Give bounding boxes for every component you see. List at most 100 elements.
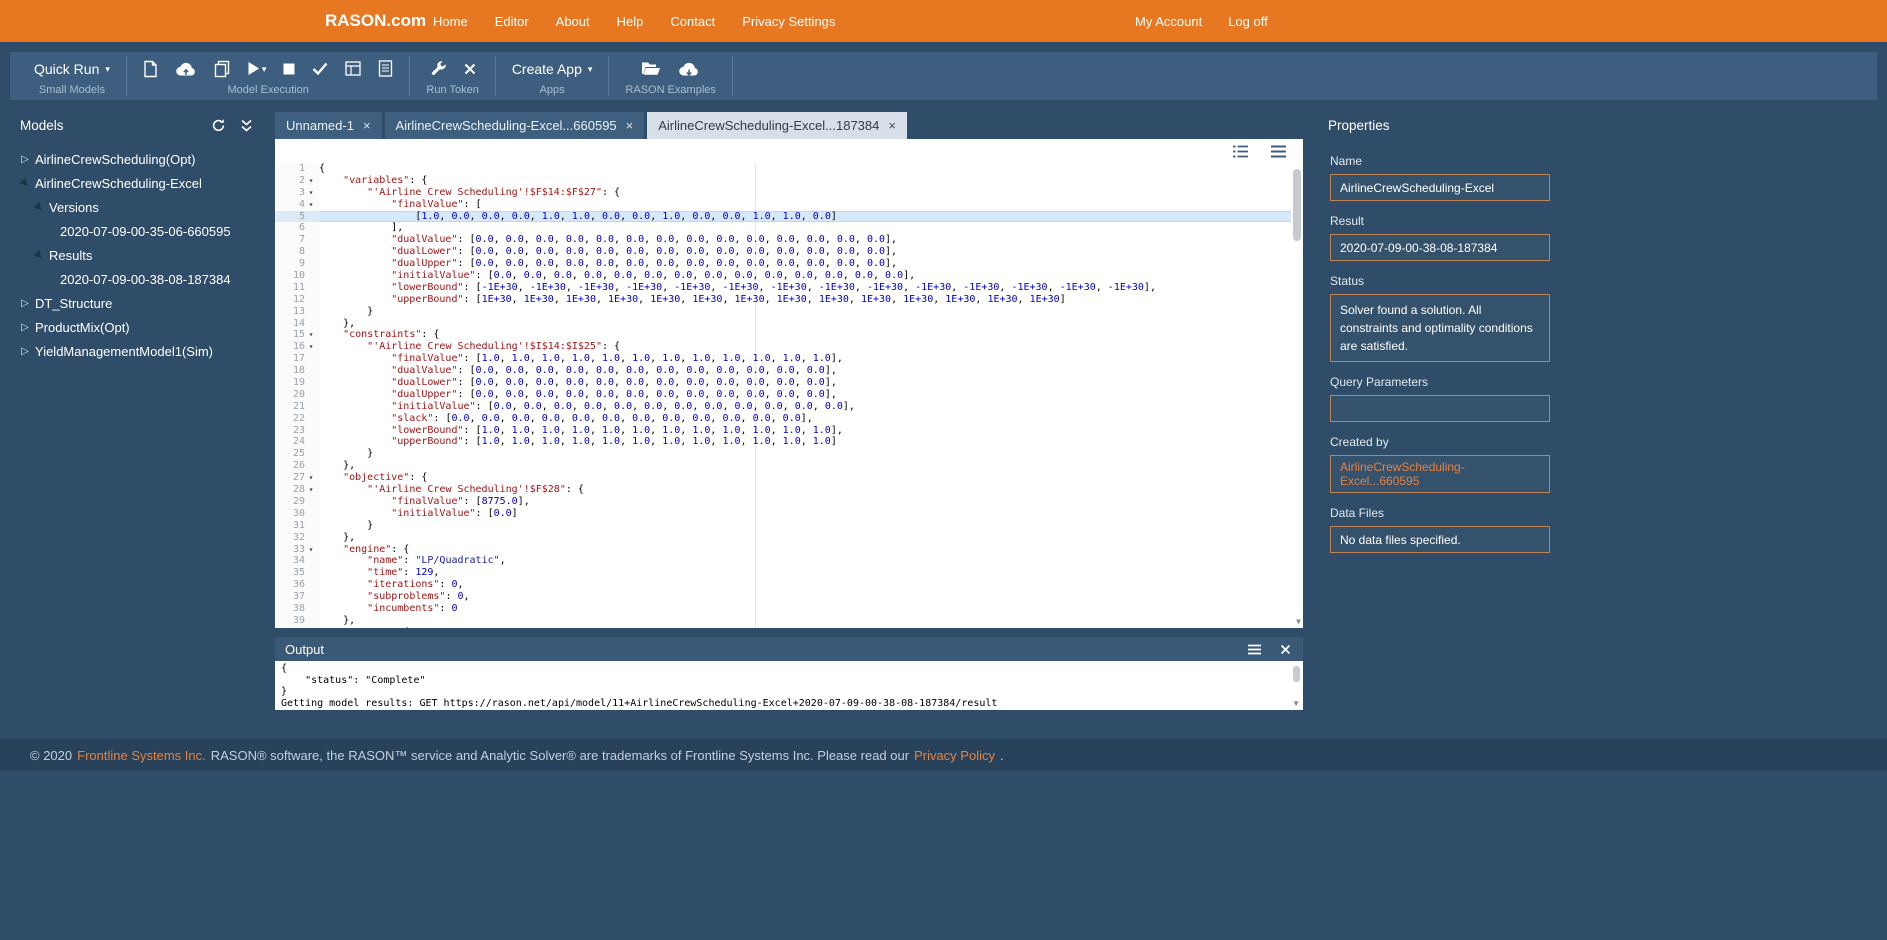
code-line-38[interactable]: "incumbents": 0: [319, 603, 1291, 615]
code-line-10[interactable]: "initialValue": [0.0, 0.0, 0.0, 0.0, 0.0…: [319, 270, 1291, 282]
code-line-35[interactable]: "time": 129,: [319, 567, 1291, 579]
fold-icon[interactable]: ▾: [305, 484, 317, 496]
code-line-13[interactable]: }: [319, 306, 1291, 318]
tree-caret-expanded-icon[interactable]: ▶: [30, 198, 48, 216]
tree-item-label[interactable]: YieldManagementModel1(Sim): [35, 344, 213, 359]
tree-item-label[interactable]: DT_Structure: [35, 296, 112, 311]
fold-icon[interactable]: ▾: [305, 329, 317, 341]
code-line-1[interactable]: {: [319, 163, 1291, 175]
editor-scroll-down-arrow[interactable]: ▼: [1296, 617, 1301, 626]
code-line-4[interactable]: "finalValue": [: [319, 199, 1291, 211]
clear-run-token-button[interactable]: [464, 63, 476, 75]
code-line-20[interactable]: "dualUpper": [0.0, 0.0, 0.0, 0.0, 0.0, 0…: [319, 389, 1291, 401]
stop-run-button[interactable]: [283, 63, 295, 75]
refresh-models-button[interactable]: [209, 116, 228, 135]
tree-item-2020-07-09-00-35-06-660595[interactable]: 2020-07-09-00-35-06-660595: [10, 219, 265, 243]
tree-item-airlinecrewscheduling-opt[interactable]: ▷AirlineCrewScheduling(Opt): [10, 147, 265, 171]
code-line-9[interactable]: "dualUpper": [0.0, 0.0, 0.0, 0.0, 0.0, 0…: [319, 258, 1291, 270]
fold-icon[interactable]: ▾: [305, 472, 317, 484]
code-line-32[interactable]: },: [319, 532, 1291, 544]
tree-item-airlinecrewscheduling-excel[interactable]: ▶AirlineCrewScheduling-Excel: [10, 171, 265, 195]
code-line-25[interactable]: }: [319, 448, 1291, 460]
upload-model-button[interactable]: [175, 61, 197, 77]
code-line-33[interactable]: "engine": {: [319, 544, 1291, 556]
code-line-11[interactable]: "lowerBound": [-1E+30, -1E+30, -1E+30, -…: [319, 282, 1291, 294]
tree-item-label[interactable]: AirlineCrewScheduling-Excel: [35, 176, 202, 191]
tab-label[interactable]: Unnamed-1: [286, 118, 354, 133]
code-line-22[interactable]: "slack": [0.0, 0.0, 0.0, 0.0, 0.0, 0.0, …: [319, 413, 1291, 425]
nav-item-my-account[interactable]: My Account: [1135, 14, 1202, 29]
fold-icon[interactable]: ▾: [305, 187, 317, 199]
tree-item-label[interactable]: 2020-07-09-00-38-08-187384: [60, 272, 231, 287]
editor-scrollbar-thumb[interactable]: [1293, 169, 1301, 241]
query-parameters-field[interactable]: [1330, 395, 1550, 422]
code-line-14[interactable]: },: [319, 318, 1291, 330]
tree-item-yieldmanagementmodel1-sim[interactable]: ▷YieldManagementModel1(Sim): [10, 339, 265, 363]
tree-item-dt-structure[interactable]: ▷DT_Structure: [10, 291, 265, 315]
tree-caret-collapsed-icon[interactable]: ▷: [18, 154, 32, 165]
tree-item-results[interactable]: ▶Results: [10, 243, 265, 267]
code-line-27[interactable]: "objective": {: [319, 472, 1291, 484]
brand-logo[interactable]: RASON.com: [325, 0, 426, 42]
nav-item-help[interactable]: Help: [617, 14, 644, 29]
log-button[interactable]: [378, 60, 393, 77]
tree-item-label[interactable]: ProductMix(Opt): [35, 320, 130, 335]
code-line-3[interactable]: "'Airline Crew Scheduling'!$F$14:$F$27":…: [319, 187, 1291, 199]
code-line-26[interactable]: },: [319, 460, 1291, 472]
nav-item-home[interactable]: Home: [433, 14, 468, 29]
tree-item-productmix-opt[interactable]: ▷ProductMix(Opt): [10, 315, 265, 339]
run-token-button[interactable]: [430, 60, 447, 77]
tab-close-icon[interactable]: ×: [626, 118, 634, 133]
code-line-12[interactable]: "upperBound": [1E+30, 1E+30, 1E+30, 1E+3…: [319, 294, 1291, 306]
tree-caret-expanded-icon[interactable]: ▶: [30, 246, 48, 264]
tab-label[interactable]: AirlineCrewScheduling-Excel...660595: [396, 118, 617, 133]
new-model-button[interactable]: [143, 60, 158, 78]
code-line-6[interactable]: ],: [319, 222, 1291, 234]
check-model-button[interactable]: [312, 62, 328, 75]
code-line-39[interactable]: },: [319, 615, 1291, 627]
code-line-15[interactable]: "constraints": {: [319, 329, 1291, 341]
nav-item-about[interactable]: About: [556, 14, 590, 29]
code-line-7[interactable]: "dualValue": [0.0, 0.0, 0.0, 0.0, 0.0, 0…: [319, 234, 1291, 246]
result-field[interactable]: [1330, 234, 1550, 261]
code-editor[interactable]: 12▾3▾4▾56789101112131415▾16▾171819202122…: [275, 163, 1303, 628]
tree-item-label[interactable]: Versions: [49, 200, 99, 215]
nav-item-privacy-settings[interactable]: Privacy Settings: [742, 14, 835, 29]
created-by-link[interactable]: AirlineCrewScheduling-Excel...660595: [1330, 455, 1550, 493]
results-button[interactable]: [345, 61, 361, 76]
frontline-systems-link[interactable]: Frontline Systems Inc.: [77, 748, 206, 763]
code-line-29[interactable]: "finalValue": [8775.0],: [319, 496, 1291, 508]
run-model-button[interactable]: ▾: [247, 61, 267, 76]
tree-caret-expanded-icon[interactable]: ▶: [16, 174, 34, 192]
nav-item-log-off[interactable]: Log off: [1228, 14, 1268, 29]
fold-icon[interactable]: ▾: [305, 341, 317, 353]
output-scroll-down-arrow[interactable]: ▼: [1292, 699, 1300, 708]
code-line-21[interactable]: "initialValue": [0.0, 0.0, 0.0, 0.0, 0.0…: [319, 401, 1291, 413]
fold-icon[interactable]: ▾: [305, 544, 317, 556]
code-line-30[interactable]: "initialValue": [0.0]: [319, 508, 1291, 520]
fold-icon[interactable]: ▾: [305, 199, 317, 211]
tab-close-icon[interactable]: ×: [363, 118, 371, 133]
create-app-button[interactable]: Create App ▾: [512, 61, 593, 77]
code-line-31[interactable]: }: [319, 520, 1291, 532]
code-line-17[interactable]: "finalValue": [1.0, 1.0, 1.0, 1.0, 1.0, …: [319, 353, 1291, 365]
tab-close-icon[interactable]: ×: [888, 118, 896, 133]
code-line-16[interactable]: "'Airline Crew Scheduling'!$I$14:$I$25":…: [319, 341, 1291, 353]
privacy-policy-link[interactable]: Privacy Policy: [914, 748, 995, 763]
code-line-2[interactable]: "variables": {: [319, 175, 1291, 187]
name-field[interactable]: [1330, 174, 1550, 201]
code-line-34[interactable]: "name": "LP/Quadratic",: [319, 555, 1291, 567]
tree-caret-collapsed-icon[interactable]: ▷: [18, 298, 32, 309]
output-close-button[interactable]: [1278, 642, 1293, 657]
download-example-button[interactable]: [678, 61, 700, 77]
code-line-18[interactable]: "dualValue": [0.0, 0.0, 0.0, 0.0, 0.0, 0…: [319, 365, 1291, 377]
fold-icon[interactable]: ▾: [305, 175, 317, 187]
tree-item-label[interactable]: 2020-07-09-00-35-06-660595: [60, 224, 231, 239]
code-line-36[interactable]: "iterations": 0,: [319, 579, 1291, 591]
code-line-37[interactable]: "subproblems": 0,: [319, 591, 1291, 603]
code-line-28[interactable]: "'Airline Crew Scheduling'!$F$28": {: [319, 484, 1291, 496]
tree-caret-collapsed-icon[interactable]: ▷: [18, 346, 32, 357]
nav-item-contact[interactable]: Contact: [670, 14, 715, 29]
tree-item-label[interactable]: Results: [49, 248, 92, 263]
open-examples-button[interactable]: [641, 61, 661, 76]
